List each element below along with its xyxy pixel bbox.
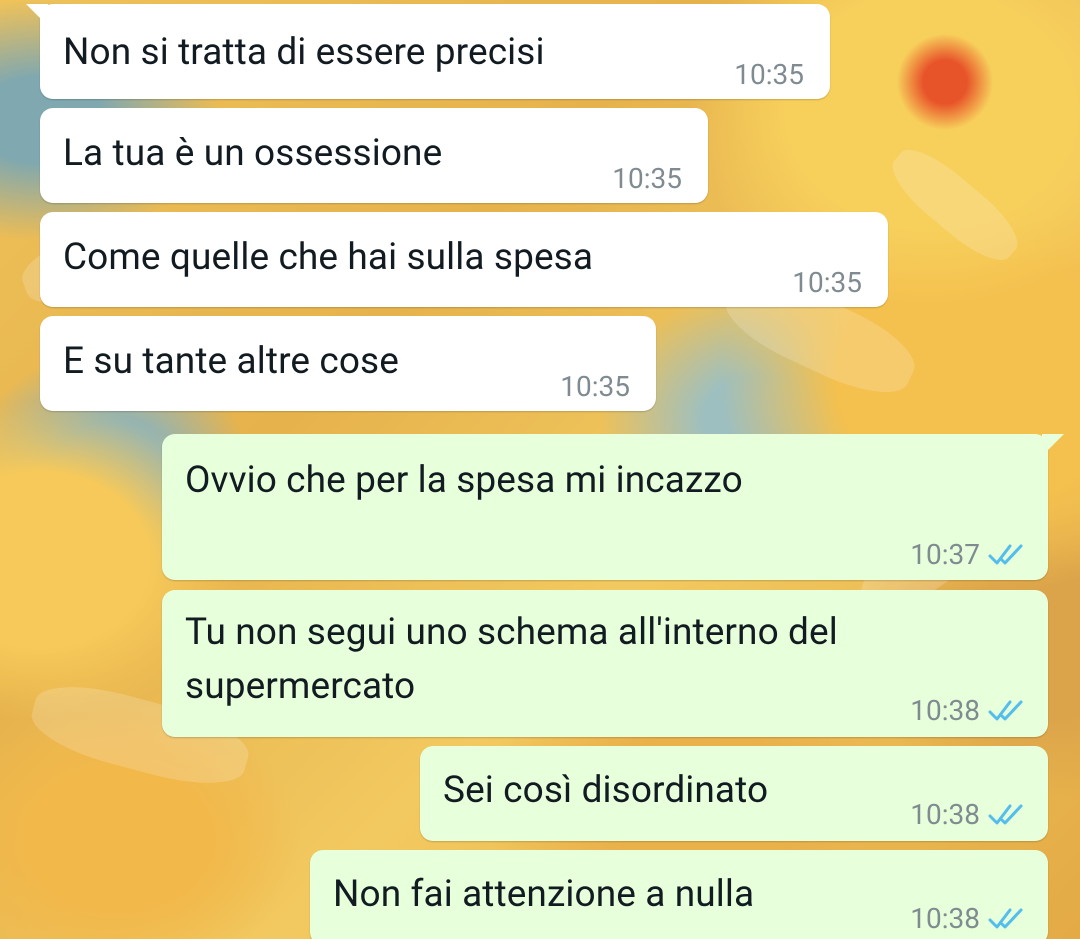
message-text: E su tante altre cose bbox=[63, 340, 399, 383]
message-time: 10:38 bbox=[910, 694, 980, 727]
double-check-icon bbox=[988, 908, 1023, 929]
bubble-tail bbox=[26, 4, 48, 26]
message-text: Come quelle che hai sulla spesa bbox=[63, 236, 594, 279]
message-bubble-incoming[interactable]: E su tante altre cose 10:35 bbox=[40, 316, 656, 411]
message-time: 10:38 bbox=[910, 902, 980, 935]
double-check-icon bbox=[988, 804, 1023, 825]
message-bubble-incoming[interactable]: Come quelle che hai sulla spesa 10:35 bbox=[40, 212, 888, 307]
message-bubble-outgoing[interactable]: Non fai attenzione a nulla 10:38 bbox=[310, 850, 1048, 939]
message-text: La tua è un ossessione bbox=[63, 132, 443, 175]
bubble-tail bbox=[1042, 434, 1064, 456]
message-text-line2: supermercato bbox=[185, 665, 416, 708]
message-bubble-outgoing[interactable]: Tu non segui uno schema all'interno del … bbox=[162, 590, 1048, 737]
message-time: 10:37 bbox=[910, 538, 980, 571]
message-time: 10:35 bbox=[792, 266, 862, 299]
message-bubble-incoming[interactable]: La tua è un ossessione 10:35 bbox=[40, 108, 708, 203]
message-text: Non fai attenzione a nulla bbox=[333, 873, 755, 916]
message-text: Sei così disordinato bbox=[443, 769, 769, 812]
message-time: 10:35 bbox=[560, 370, 630, 403]
message-meta: 10:35 bbox=[612, 154, 682, 204]
message-text-line1: Tu non segui uno schema all'interno del bbox=[185, 611, 838, 654]
message-time: 10:35 bbox=[612, 162, 682, 195]
message-bubble-outgoing[interactable]: Ovvio che per la spesa mi incazzo 10:37 bbox=[162, 434, 1064, 580]
message-time: 10:35 bbox=[734, 58, 804, 91]
double-check-icon bbox=[988, 544, 1023, 565]
message-bubble-incoming[interactable]: Non si tratta di essere precisi 10:35 bbox=[26, 4, 830, 100]
message-meta: 10:35 bbox=[734, 50, 804, 100]
message-meta: 10:35 bbox=[560, 362, 630, 412]
message-bubble-outgoing[interactable]: Sei così disordinato 10:38 bbox=[420, 746, 1048, 841]
message-meta: 10:38 bbox=[910, 790, 1024, 840]
message-meta: 10:35 bbox=[792, 258, 862, 308]
message-meta: 10:37 bbox=[910, 530, 1024, 580]
message-text: Ovvio che per la spesa mi incazzo bbox=[185, 459, 743, 502]
double-check-icon bbox=[988, 700, 1023, 721]
message-time: 10:38 bbox=[910, 798, 980, 831]
message-text: Non si tratta di essere precisi bbox=[63, 31, 545, 74]
message-meta: 10:38 bbox=[910, 686, 1024, 736]
message-meta: 10:38 bbox=[910, 894, 1024, 939]
